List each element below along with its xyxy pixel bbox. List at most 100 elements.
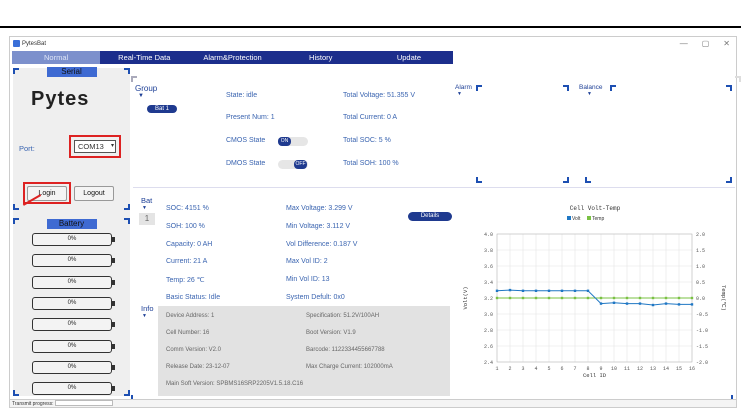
data-point-volt xyxy=(651,303,655,307)
serial-title: Serial xyxy=(46,67,97,77)
left-sidebar: Serial Pytes Port: COM13 ▾ Login Logout … xyxy=(13,67,130,396)
data-point-temp xyxy=(508,296,512,300)
battery-cell-4: 0% xyxy=(32,297,115,310)
port-highlight xyxy=(69,135,121,158)
data-point-volt xyxy=(547,289,551,292)
data-point-volt xyxy=(690,303,694,306)
y2-tick-label: -0.5 xyxy=(696,312,708,318)
window-title: PytesBat xyxy=(22,41,47,47)
y-tick-label: 3.6 xyxy=(484,264,493,270)
x-tick-label: 6 xyxy=(560,366,563,372)
release-date-text: Release Date: 23-12-07 xyxy=(166,364,230,370)
data-point-temp xyxy=(547,296,551,300)
basic-status-text: Basic Status: Idle xyxy=(166,294,221,301)
pytes-logo: Pytes xyxy=(31,88,90,110)
data-point-volt xyxy=(560,289,564,292)
data-point-volt xyxy=(664,302,668,305)
tab-alarm-protection[interactable]: Alarm&Protection xyxy=(188,51,276,64)
tab-update[interactable]: Update xyxy=(365,51,453,64)
data-point-volt xyxy=(495,289,499,292)
x-tick-label: 3 xyxy=(521,366,524,372)
minimize-button[interactable]: — xyxy=(680,37,688,51)
state-text: State: idle xyxy=(226,92,258,99)
group-panel: Group ▼ Bat 1 State: idle Present Num: 1… xyxy=(133,77,453,180)
min-vol-id-text: Min Vol ID: 13 xyxy=(286,276,330,283)
present-num-text: Present Num: 1 xyxy=(226,114,275,121)
y-axis-label: Volt(V) xyxy=(462,286,469,309)
y2-axis-label: Temp(℃) xyxy=(720,285,727,311)
total-voltage-text: Total Voltage: 51.355 V xyxy=(343,92,415,99)
x-tick-label: 7 xyxy=(573,366,576,372)
tab-real-time-data[interactable]: Real-Time Data xyxy=(100,51,188,64)
battery-cell-7: 0% xyxy=(32,361,115,374)
logout-button[interactable]: Logout xyxy=(74,186,114,201)
data-point-temp xyxy=(690,296,694,300)
data-point-temp xyxy=(534,296,538,300)
system-default-text: System Defult: 0x0 xyxy=(286,294,345,301)
y2-tick-label: 0.5 xyxy=(696,280,705,286)
y2-tick-label: 1.5 xyxy=(696,248,705,254)
data-point-temp xyxy=(664,296,668,300)
legend-label-volt: Volt xyxy=(572,216,581,222)
x-tick-label: 15 xyxy=(676,366,682,372)
legend-label-temp: Temp xyxy=(592,216,604,222)
x-tick-label: 4 xyxy=(534,366,537,372)
y-tick-label: 3.4 xyxy=(484,280,493,286)
battery-title: Battery xyxy=(46,219,97,229)
data-point-volt xyxy=(521,289,525,292)
y2-tick-label: 1.0 xyxy=(696,264,705,270)
battery-cell-1: 0% xyxy=(32,233,115,246)
x-tick-label: 13 xyxy=(650,366,656,372)
total-soc-text: Total SOC: 5 % xyxy=(343,137,391,144)
vol-difference-text: Vol Difference: 0.187 V xyxy=(286,241,358,248)
y-tick-label: 2.6 xyxy=(484,344,493,350)
data-point-volt xyxy=(586,289,590,292)
barcode-text: Barcode: 1122334455667788 xyxy=(306,347,385,353)
y-tick-label: 3.8 xyxy=(484,248,493,254)
main-tabs: Normal Real-Time Data Alarm&Protection H… xyxy=(12,51,453,64)
tab-normal[interactable]: Normal xyxy=(12,51,101,64)
data-point-volt xyxy=(534,289,538,292)
data-point-temp xyxy=(638,296,642,300)
data-point-temp xyxy=(560,296,564,300)
y2-tick-label: -1.5 xyxy=(696,344,708,350)
app-window: PytesBat — ▢ ✕ Normal Real-Time Data Ala… xyxy=(9,36,741,408)
legend-swatch-temp xyxy=(587,216,591,220)
data-point-temp xyxy=(612,296,616,300)
y-tick-label: 3.0 xyxy=(484,312,493,318)
alarm-title: Alarm xyxy=(455,84,472,91)
dmos-toggle[interactable]: OFF xyxy=(278,160,308,169)
tab-history[interactable]: History xyxy=(277,51,365,64)
data-point-volt xyxy=(677,303,681,306)
device-address-text: Device Address: 1 xyxy=(166,313,215,319)
x-tick-label: 2 xyxy=(508,366,511,372)
y-tick-label: 2.8 xyxy=(484,328,493,334)
maximize-button[interactable]: ▢ xyxy=(702,37,710,51)
details-button[interactable]: Details xyxy=(408,212,452,221)
max-charge-current-text: Max Charge Current: 102000mA xyxy=(306,364,393,370)
x-tick-label: 10 xyxy=(611,366,617,372)
info-collapse-icon: ▼ xyxy=(142,313,147,319)
data-point-temp xyxy=(651,296,655,300)
capacity-text: Capacity: 0 AH xyxy=(166,241,213,248)
divider xyxy=(133,187,735,188)
status-bar: Transmit progress: xyxy=(10,399,736,407)
cell-volt-temp-chart: Cell Volt-Temp Volt Temp 4.0 3.8 3.6 3.4 3.2 3.0… xyxy=(462,205,727,379)
bat-1-button[interactable]: Bat 1 xyxy=(147,105,177,113)
app-icon xyxy=(13,40,20,47)
main-soft-version-text: Main Soft Version: SPBMS16SRP2205V1.5.18… xyxy=(166,381,304,387)
y2-tick-label: -1.0 xyxy=(696,328,708,334)
y2-tick-label: -2.0 xyxy=(696,360,708,366)
soh-text: SOH: 100 % xyxy=(166,223,205,230)
data-point-volt xyxy=(612,301,616,304)
bat-index-box[interactable]: 1 xyxy=(139,213,155,225)
data-point-temp xyxy=(521,296,525,300)
total-soh-text: Total SOH: 100 % xyxy=(343,160,399,167)
cmos-toggle[interactable]: ON xyxy=(278,137,308,146)
cmos-state-label: CMOS State xyxy=(226,137,266,144)
data-point-temp xyxy=(625,296,629,300)
close-button[interactable]: ✕ xyxy=(723,37,730,51)
current-text: Current: 21 A xyxy=(166,258,208,265)
y-tick-label: 3.2 xyxy=(484,296,493,302)
total-current-text: Total Current: 0 A xyxy=(343,114,398,121)
